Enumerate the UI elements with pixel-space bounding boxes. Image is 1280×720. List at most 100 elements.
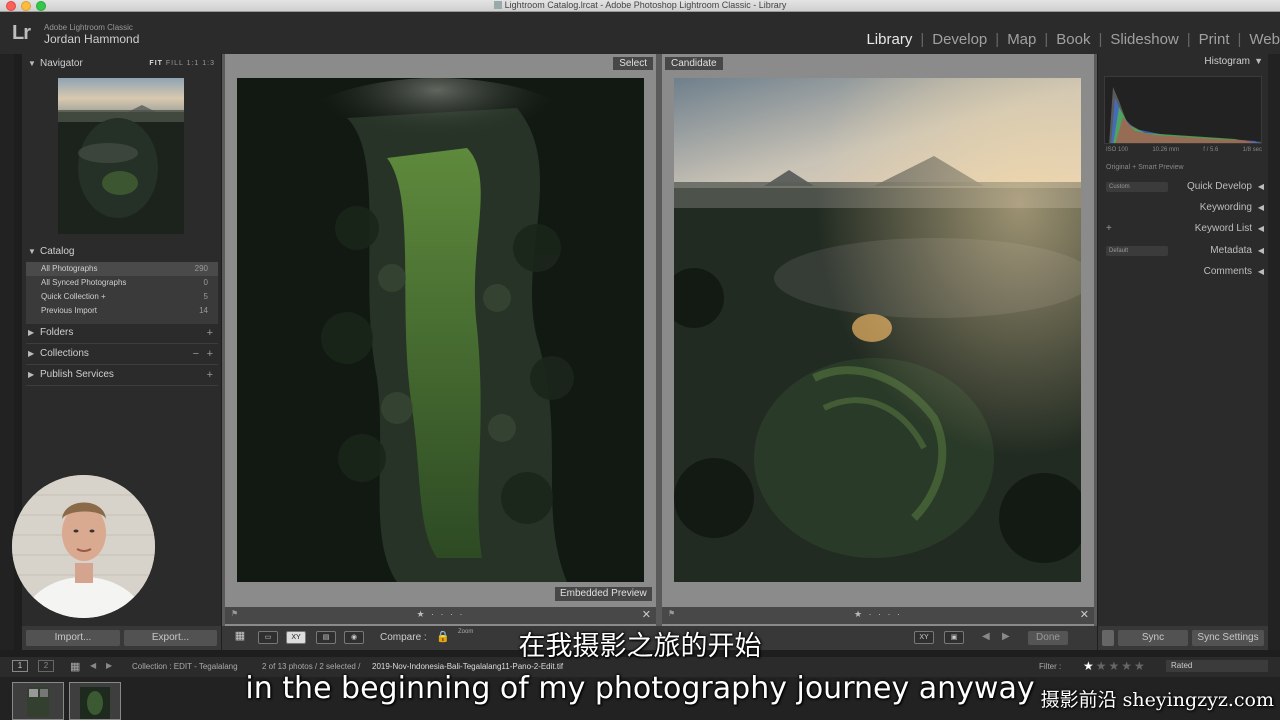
compare-view: Select Embedded Preview ⚑ ★ · · · · ✕ Ca… <box>222 54 1097 626</box>
zoom-1-1[interactable]: 1:1 <box>187 60 200 67</box>
expand-triangle-icon: ◀ <box>1257 203 1264 212</box>
keyword-list-header[interactable]: + Keyword List ◀ <box>1098 220 1268 238</box>
catalog-item-label: All Synced Photographs <box>41 278 127 287</box>
keywording-title: Keywording <box>1199 202 1252 213</box>
module-slideshow[interactable]: Slideshow <box>1102 31 1186 48</box>
module-web[interactable]: Web <box>1241 31 1280 48</box>
keywording-header[interactable]: Keywording ◀ <box>1098 199 1268 217</box>
aperture-value: f / 5.6 <box>1203 147 1219 153</box>
flag-icon[interactable]: ⚑ <box>668 609 675 618</box>
catalog-item-all-photographs[interactable]: All Photographs 290 <box>26 262 218 276</box>
collapse-triangle-icon: ▼ <box>28 247 36 256</box>
expand-triangle-icon: ▶ <box>28 370 35 379</box>
preview-status: Original + Smart Preview <box>1106 164 1184 171</box>
catalog-list: All Photographs 290 All Synced Photograph… <box>26 262 218 324</box>
catalog-item-count: 290 <box>194 264 208 273</box>
saved-preset-dropdown[interactable]: Custom <box>1106 182 1168 192</box>
add-collection-icon[interactable]: + <box>207 345 213 363</box>
watermark: 摄影前沿 sheyingzyz.com <box>1040 689 1274 711</box>
focal-length-value: 10.26 mm <box>1152 147 1179 153</box>
comments-header[interactable]: Comments ◀ <box>1098 263 1268 281</box>
catalog-item-count: 0 <box>203 278 208 287</box>
add-keyword-icon[interactable]: + <box>1106 220 1112 238</box>
expand-triangle-icon: ◀ <box>1257 182 1264 191</box>
filmstrip-source[interactable]: Collection : EDIT - Tegalalang <box>132 662 238 671</box>
close-icon[interactable]: ✕ <box>642 608 651 621</box>
shutter-speed-value: 1/8 sec <box>1242 147 1262 153</box>
collapse-triangle-icon[interactable]: ▼ <box>1254 56 1263 66</box>
filmstrip-selection-info: 2 of 13 photos / 2 selected / <box>262 662 361 671</box>
module-print[interactable]: Print <box>1191 31 1238 48</box>
navigator-title: Navigator <box>40 58 83 69</box>
remove-collection-icon[interactable]: − <box>193 345 199 363</box>
expand-triangle-icon: ▶ <box>28 328 35 337</box>
histogram-graph[interactable] <box>1104 76 1262 144</box>
catalog-item-all-synced[interactable]: All Synced Photographs 0 <box>26 276 218 290</box>
presenter-webcam <box>12 475 155 618</box>
keyword-list-title: Keyword List <box>1194 223 1252 234</box>
histogram-title: Histogram <box>1204 56 1250 67</box>
title-bar: Lightroom Catalog.lrcat - Adobe Photosho… <box>0 0 1280 12</box>
add-folder-icon[interactable]: + <box>207 324 213 342</box>
close-icon[interactable]: ✕ <box>1080 608 1089 621</box>
divider <box>26 385 218 386</box>
expand-triangle-icon: ◀ <box>1257 224 1264 233</box>
catalog-item-count: 14 <box>199 306 208 315</box>
divider <box>26 364 218 365</box>
catalog-item-quick-collection[interactable]: Quick Collection + 5 <box>26 290 218 304</box>
subtitle-english-text: in the beginning of my photography journ… <box>245 671 1035 706</box>
module-develop[interactable]: Develop <box>924 31 995 48</box>
module-book[interactable]: Book <box>1048 31 1098 48</box>
add-publish-service-icon[interactable]: + <box>207 366 213 384</box>
expand-triangle-icon: ▶ <box>28 349 35 358</box>
catalog-title: Catalog <box>40 246 75 257</box>
metadata-header[interactable]: Default Metadata ◀ <box>1098 242 1268 260</box>
window-title: Lightroom Catalog.lrcat - Adobe Photosho… <box>0 0 1280 11</box>
catalog-item-label: Quick Collection + <box>41 292 106 301</box>
select-pane-footer: ⚑ ★ · · · · ✕ <box>225 607 656 624</box>
flag-icon[interactable]: ⚑ <box>231 609 238 618</box>
left-panel-toggle[interactable] <box>0 54 14 650</box>
rating-stars[interactable]: ★ · · · · <box>416 609 464 620</box>
candidate-pane-footer: ⚑ ★ · · · · ✕ <box>662 607 1094 624</box>
module-map[interactable]: Map <box>999 31 1044 48</box>
right-panel-toggle[interactable] <box>1268 54 1280 650</box>
expand-triangle-icon: ◀ <box>1257 246 1264 255</box>
publish-services-header[interactable]: ▶ Publish Services + <box>22 366 221 384</box>
navigator-header[interactable]: ▼ Navigator FIT FILL 1:1 1:3 <box>22 55 221 73</box>
module-picker: Library | Develop | Map | Book | Slideshow | … <box>858 29 1280 49</box>
subtitle-chinese: 在我摄影之旅的开始 <box>518 631 762 662</box>
publish-services-title: Publish Services <box>40 369 114 380</box>
folders-header[interactable]: ▶ Folders + <box>22 324 221 342</box>
comments-title: Comments <box>1203 266 1252 277</box>
app-name-label: Adobe Lightroom Classic <box>44 23 133 32</box>
zoom-1-3[interactable]: 1:3 <box>202 60 215 67</box>
window-title-text: Lightroom Catalog.lrcat - Adobe Photosho… <box>504 0 787 10</box>
candidate-pane[interactable]: Candidate ⚑ ★ · · · · ✕ <box>662 54 1094 626</box>
module-library[interactable]: Library <box>858 31 920 48</box>
zoom-fill[interactable]: FILL <box>166 60 184 67</box>
quick-develop-header[interactable]: Custom Quick Develop ◀ <box>1098 178 1268 196</box>
select-photo[interactable] <box>237 78 644 582</box>
collections-title: Collections <box>40 348 89 359</box>
metadata-title: Metadata <box>1210 245 1252 256</box>
app-window: Lightroom Catalog.lrcat - Adobe Photosho… <box>0 0 1280 720</box>
candidate-photo[interactable] <box>674 78 1081 582</box>
quick-develop-title: Quick Develop <box>1186 181 1252 192</box>
select-pane[interactable]: Select Embedded Preview ⚑ ★ · · · · ✕ <box>225 54 656 626</box>
document-icon <box>493 1 502 9</box>
filmstrip-filename[interactable]: 2019-Nov-Indonesia-Bali-Tegalalang11-Pan… <box>372 662 563 671</box>
identity-plate-bar: Lr Adobe Lightroom Classic Jordan Hammon… <box>0 12 1280 54</box>
navigator-preview[interactable] <box>58 78 184 234</box>
right-panel: Histogram ▼ ISO 100 10.26 mm f / 5.6 1/8… <box>1098 54 1268 650</box>
catalog-header[interactable]: ▼ Catalog <box>22 243 221 261</box>
identity-name: Jordan Hammond <box>44 32 140 46</box>
navigator-zoom-options: FIT FILL 1:1 1:3 <box>149 55 215 73</box>
catalog-item-previous-import[interactable]: Previous Import 14 <box>26 304 218 318</box>
iso-value: ISO 100 <box>1106 147 1129 153</box>
rating-stars[interactable]: ★ · · · · <box>854 609 902 620</box>
zoom-fit[interactable]: FIT <box>149 60 163 67</box>
collections-header[interactable]: ▶ Collections − + <box>22 345 221 363</box>
lightroom-logo: Lr <box>12 22 31 44</box>
metadata-preset-dropdown[interactable]: Default <box>1106 246 1168 256</box>
